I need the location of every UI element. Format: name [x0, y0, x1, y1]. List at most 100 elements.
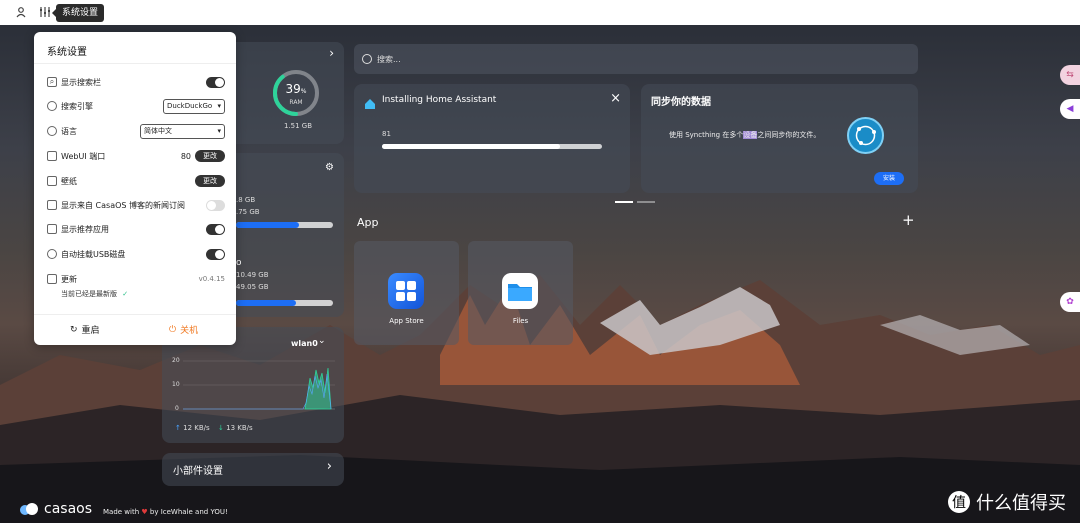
image-icon — [47, 176, 57, 186]
arrow-up-icon: ↑ — [175, 424, 181, 432]
carousel-dot-active[interactable] — [615, 201, 633, 203]
app-tile-files[interactable]: Files — [468, 241, 573, 345]
floating-button-1[interactable]: ⇆ — [1060, 65, 1080, 85]
network-interface: wlan0 — [291, 339, 318, 348]
watermark: 值 什么值得买 — [948, 489, 1066, 515]
install-card: Installing Home Assistant × 81 — [354, 84, 630, 193]
auto-mount-toggle[interactable] — [206, 248, 225, 260]
app-name: Files — [512, 317, 529, 325]
install-syncthing-button[interactable]: 安装 — [874, 172, 905, 185]
row-label: 搜索引擎 — [61, 101, 93, 111]
calendar-icon — [47, 274, 57, 284]
upload-value: 12 KB/s — [183, 424, 210, 432]
brand-name: casaos — [44, 501, 93, 517]
row-news-feed: 显示来自 CasaOS 博客的新闻订阅 — [47, 197, 225, 213]
storage2-bar — [236, 300, 333, 306]
settings-panel: 系统设置 ⌕ 显示搜索栏 搜索引擎 DuckDuckGo ▾ 语言 简体中文 ▾ W… — [34, 32, 236, 345]
chevron-down-icon: ▾ — [217, 127, 221, 135]
upload-rate: ↑ 12 KB/s — [175, 424, 210, 432]
row-label: 壁纸 — [61, 176, 77, 186]
made-with-text: Made with ♥ by IceWhale and YOU! — [103, 508, 228, 516]
row-label: 显示搜索栏 — [61, 77, 101, 87]
search-bar[interactable]: 搜索... — [354, 44, 918, 74]
row-show-search: ⌕ 显示搜索栏 — [47, 74, 225, 90]
install-progress-bar — [382, 144, 602, 149]
settings-sliders-icon[interactable] — [38, 5, 52, 19]
arrow-down-icon: ↓ — [218, 424, 224, 432]
ram-percent: 39 — [285, 82, 301, 96]
floating-button-2[interactable]: ◀ — [1060, 99, 1080, 119]
language-select[interactable]: 简体中文 ▾ — [140, 123, 225, 139]
apps-heading: App — [357, 216, 379, 229]
storage2-line2: 49.05 GB — [236, 283, 269, 291]
row-label: WebUI 端口 — [61, 151, 106, 161]
recommended-apps-toggle[interactable] — [206, 223, 225, 235]
home-assistant-icon — [364, 95, 376, 109]
document-icon — [47, 200, 57, 210]
install-title: Installing Home Assistant — [382, 95, 497, 105]
update-status: 当前已经是最新版 ✓ — [61, 289, 128, 299]
add-app-icon[interactable]: + — [902, 211, 915, 229]
storage2-line1: 10.49 GB — [236, 271, 269, 279]
chevron-down-icon: ▾ — [217, 102, 221, 110]
storage1-bar — [236, 222, 333, 228]
floating-button-3[interactable]: ✿ — [1060, 292, 1080, 312]
watermark-icon: 值 — [948, 491, 970, 513]
row-auto-mount: 自动挂载USB磁盘 — [47, 246, 225, 262]
news-feed-toggle[interactable] — [206, 199, 225, 211]
row-wallpaper: 壁纸 更改 — [47, 173, 225, 189]
port-value: 80 — [180, 151, 191, 161]
row-language: 语言 简体中文 ▾ — [47, 123, 225, 139]
carousel-dot[interactable] — [637, 201, 655, 203]
row-label: 更新 — [61, 274, 77, 284]
check-icon: ✓ — [122, 290, 129, 298]
made-prefix: Made with — [103, 508, 140, 516]
restart-icon: ↻ — [70, 324, 78, 335]
y-tick-20: 20 — [172, 357, 180, 364]
casaos-logo: casaos — [18, 501, 92, 517]
sync-text-before: 使用 Syncthing 在多个 — [669, 131, 744, 139]
app-name: App Store — [389, 317, 424, 325]
version-text: v0.4.15 — [198, 275, 225, 283]
chevron-right-icon: › — [326, 459, 332, 474]
row-label: 显示推荐应用 — [61, 224, 109, 234]
download-value: 13 KB/s — [226, 424, 253, 432]
settings-title: 系统设置 — [47, 47, 87, 58]
power-icon: ⏻ — [169, 324, 177, 335]
restart-button[interactable]: ↻ 重启 — [70, 323, 100, 337]
change-port-button[interactable]: 更改 — [195, 150, 225, 162]
gear-icon[interactable]: ⚙ — [325, 162, 334, 173]
ram-unit: % — [300, 88, 307, 95]
sync-title: 同步你的数据 — [651, 97, 711, 108]
widget-settings-label: 小部件设置 — [173, 466, 223, 477]
watermark-text: 什么值得买 — [976, 493, 1066, 514]
change-wallpaper-button[interactable]: 更改 — [195, 175, 225, 187]
install-progress-fill — [382, 144, 561, 149]
row-label: 显示来自 CasaOS 博客的新闻订阅 — [61, 200, 186, 210]
close-icon[interactable]: × — [610, 91, 621, 106]
app-store-icon — [388, 273, 424, 309]
shutdown-button[interactable]: ⏻ 关机 — [169, 323, 198, 337]
search-icon — [362, 54, 372, 64]
app-tile-app-store[interactable]: App Store — [354, 241, 459, 345]
chevron-right-icon[interactable]: › — [329, 46, 334, 60]
document-icon — [47, 224, 57, 234]
search-icon — [47, 101, 57, 111]
ram-gauge: 39% RAM — [271, 68, 321, 118]
sync-text-after: 之间同步你的文件。 — [757, 131, 821, 139]
show-search-toggle[interactable] — [206, 76, 225, 88]
row-label: 自动挂载USB磁盘 — [61, 249, 126, 259]
network-graph — [183, 360, 335, 410]
user-icon[interactable] — [14, 5, 28, 19]
storage1-line1: .8 GB — [236, 196, 256, 204]
storage1-fill — [236, 222, 300, 228]
bird-icon: ◀ — [1066, 104, 1074, 114]
chevron-down-icon[interactable]: ⌄ — [318, 336, 326, 346]
files-icon — [502, 273, 538, 309]
sync-text: 使用 Syncthing 在多个设备之间同步你的文件。 — [669, 130, 820, 140]
settings-tooltip: 系统设置 — [51, 4, 105, 22]
syncthing-icon — [847, 117, 884, 154]
search-engine-select[interactable]: DuckDuckGo ▾ — [163, 98, 225, 114]
widget-settings-card[interactable]: 小部件设置 › — [162, 453, 344, 486]
globe-icon — [47, 126, 57, 136]
